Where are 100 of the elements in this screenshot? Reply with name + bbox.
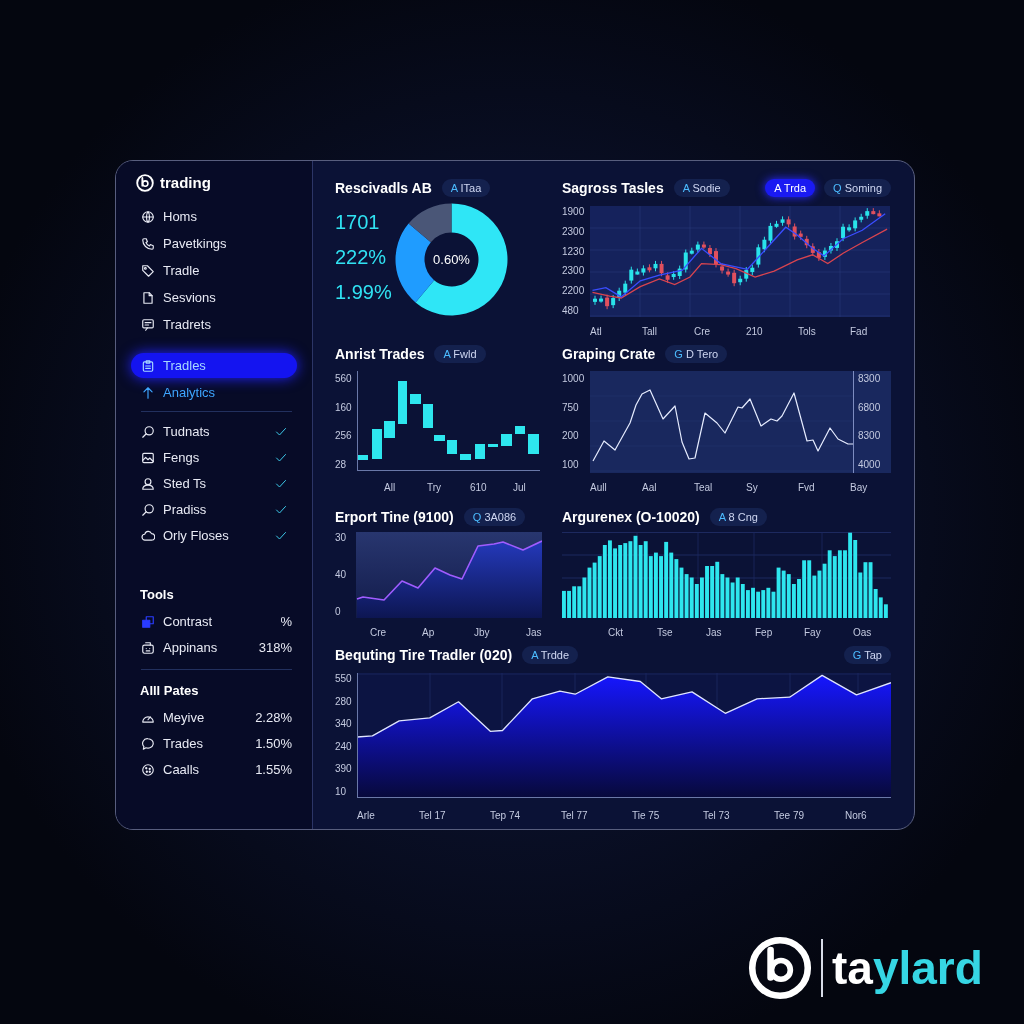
bar: [501, 434, 512, 446]
chip-button[interactable]: A Trdde: [522, 646, 579, 664]
stat-value: 1.50%: [255, 735, 292, 754]
axis-label: 750: [562, 401, 579, 414]
axis-label: 610: [470, 482, 487, 493]
search-icon: [141, 503, 155, 517]
axis-label: Fvd: [798, 482, 815, 493]
nav-item[interactable]: Tradle: [131, 257, 297, 284]
donut-center-label: 0.60%: [433, 250, 470, 269]
axis-label: 6800: [858, 401, 881, 414]
menu-item[interactable]: Contrast: [141, 612, 213, 632]
tag-icon: [141, 263, 155, 278]
nav-item[interactable]: Homs: [131, 203, 297, 230]
menu-item[interactable]: Appinans: [141, 638, 218, 658]
cookie-icon: [141, 763, 155, 777]
chip-button[interactable]: G D Tero: [665, 345, 728, 363]
menu-item[interactable]: Trades: [141, 734, 203, 754]
bar: [423, 404, 433, 428]
axis-label: 8300: [858, 373, 881, 385]
document-icon: [141, 290, 155, 305]
chip-button[interactable]: A 8 Cng: [709, 508, 767, 526]
axis-label: Tie 75: [632, 810, 660, 821]
axis-label: Aal: [642, 482, 657, 493]
stat-value: 318%: [258, 639, 292, 658]
stat-value: 2.28%: [255, 709, 292, 728]
axis-label: Oas: [853, 627, 872, 638]
speech-bubble-icon: [141, 737, 155, 751]
axis-label: Tse: [657, 627, 673, 638]
axis-label: Jas: [526, 627, 542, 638]
menu-item[interactable]: Caalls: [141, 760, 200, 780]
axis-label: 390: [335, 763, 352, 776]
section-heading: Tools: [140, 586, 174, 605]
chip-button[interactable]: A Fwld: [434, 345, 486, 363]
layers-icon: [141, 615, 155, 629]
stat-value: 1.55%: [255, 761, 292, 780]
menu-item[interactable]: Meyive: [141, 708, 205, 728]
axis-label: Try: [427, 482, 442, 493]
axis-label: Fad: [850, 326, 868, 337]
user-icon: [141, 477, 155, 491]
cloud-icon: [141, 529, 155, 543]
candlestick: [835, 237, 839, 252]
stat-value: %: [280, 613, 292, 632]
stat-value: 1701: [335, 210, 380, 235]
panel-title: Bequting Tire Tradler (020): [335, 646, 513, 664]
menu-item[interactable]: Pradiss: [141, 500, 207, 520]
axis-label: Jas: [706, 627, 722, 638]
nav-item[interactable]: Analytics: [131, 380, 297, 405]
menu-item[interactable]: Tudnats: [141, 422, 210, 442]
brand-name: taylard: [832, 941, 983, 996]
axis-label: Tel 77: [561, 810, 588, 821]
axis-label: Teal: [694, 482, 713, 493]
axis-label: 1900: [562, 206, 585, 218]
menu-item[interactable]: Orly Floses: [141, 526, 229, 546]
panel-title: Erport Tine (9100): [335, 508, 454, 526]
axis-label: Cre: [370, 627, 387, 638]
logo-icon: [136, 174, 154, 192]
axis-label: 340: [335, 718, 352, 731]
axis-label: Jul: [513, 482, 526, 493]
bar: [528, 434, 539, 454]
phone-icon: [141, 236, 155, 251]
axis-label: 200: [562, 430, 579, 443]
clipboard-icon: [141, 358, 155, 373]
menu-item[interactable]: Sted Ts: [141, 474, 207, 494]
bar: [384, 421, 395, 438]
axis-label: 1230: [562, 245, 585, 258]
axis-label: Jby: [474, 627, 490, 638]
axis-label: Tel 17: [419, 810, 446, 821]
bar: [398, 381, 407, 424]
bar: [410, 394, 421, 404]
bar: [447, 440, 457, 454]
chip-button[interactable]: G Tap: [843, 646, 891, 664]
axis-label: 280: [335, 695, 352, 708]
panel-title: Argurenex (O-10020): [562, 508, 700, 526]
bar: [475, 444, 485, 459]
robot-icon: [141, 641, 155, 655]
axis-label: Tep 74: [490, 810, 521, 821]
nav-item[interactable]: Tradrets: [131, 311, 297, 338]
axis-label: 40: [335, 569, 347, 581]
chip-button[interactable]: Q 3A086: [463, 508, 526, 526]
nav-item[interactable]: Tradles: [131, 353, 297, 378]
chip-button[interactable]: A Trda: [765, 179, 816, 197]
globe-icon: [141, 209, 155, 224]
nav-item[interactable]: Sesvions: [131, 284, 297, 311]
bar: [372, 429, 382, 459]
axis-label: Arle: [357, 810, 375, 821]
nav-item[interactable]: Pavetkings: [131, 230, 297, 257]
chip-button[interactable]: Q Soming: [824, 179, 891, 197]
axis-label: Cre: [694, 326, 711, 337]
chip-button[interactable]: A ITaa: [441, 179, 491, 197]
axis-label: 240: [335, 740, 352, 753]
axis-label: Ap: [422, 627, 435, 638]
arrow-up-icon: [141, 385, 155, 400]
axis-label: 160: [335, 401, 352, 414]
chip-button[interactable]: A Sodie: [673, 179, 730, 197]
search-icon: [141, 425, 155, 439]
bar: [358, 455, 368, 460]
axis-label: 28: [335, 458, 347, 471]
axis-label: 480: [562, 305, 579, 317]
menu-item[interactable]: Fengs: [141, 448, 200, 468]
axis-label: 256: [335, 430, 352, 443]
